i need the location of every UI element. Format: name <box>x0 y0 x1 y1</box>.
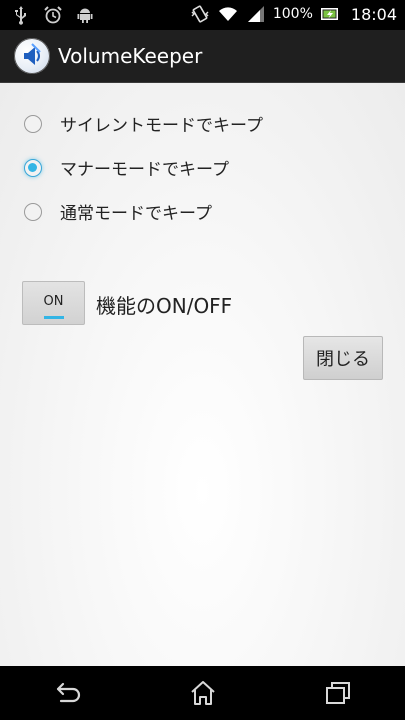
radio-button-checked[interactable] <box>24 158 42 177</box>
radio-button[interactable] <box>24 114 42 133</box>
navigation-bar <box>0 666 405 720</box>
radio-button[interactable] <box>24 202 42 221</box>
status-time: 18:04 <box>350 4 397 24</box>
recent-apps-button[interactable] <box>308 673 368 713</box>
status-left-icons <box>10 4 96 26</box>
radio-normal-mode[interactable]: 通常モードでキープ <box>24 199 212 224</box>
vibrate-icon <box>189 3 211 25</box>
home-icon <box>190 681 215 705</box>
signal-icon <box>245 3 267 25</box>
action-bar: VolumeKeeper <box>0 30 405 83</box>
settings-panel: サイレントモードでキープ マナーモードでキープ 通常モードでキープ ON 機能の… <box>0 83 405 666</box>
radio-manner-mode[interactable]: マナーモードでキープ <box>24 155 229 180</box>
alarm-icon <box>42 4 64 26</box>
battery-charging-icon <box>319 3 341 25</box>
radio-label-silent: サイレントモードでキープ <box>60 116 263 136</box>
android-icon <box>74 4 96 26</box>
radio-label-normal: 通常モードでキープ <box>60 204 212 224</box>
status-right-icons: 100% 18:04 <box>189 3 397 25</box>
home-button[interactable] <box>173 673 233 713</box>
back-button[interactable] <box>38 673 98 713</box>
recent-apps-icon <box>325 682 350 704</box>
toggle-state-text: ON <box>43 293 64 309</box>
back-icon <box>56 682 80 703</box>
close-button[interactable]: 閉じる <box>303 336 383 380</box>
battery-percent: 100% <box>272 6 313 22</box>
radio-silent-mode[interactable]: サイレントモードでキープ <box>24 111 263 136</box>
speaker-app-icon[interactable] <box>14 38 50 74</box>
feature-toggle-label: 機能のON/OFF <box>96 294 233 318</box>
wifi-icon <box>217 3 239 25</box>
radio-label-manner: マナーモードでキープ <box>60 160 229 180</box>
usb-icon <box>10 4 32 26</box>
toggle-indicator <box>44 316 64 319</box>
status-bar: 100% 18:04 <box>0 0 405 30</box>
app-title: VolumeKeeper <box>58 44 203 68</box>
feature-toggle-button[interactable]: ON <box>22 281 85 325</box>
